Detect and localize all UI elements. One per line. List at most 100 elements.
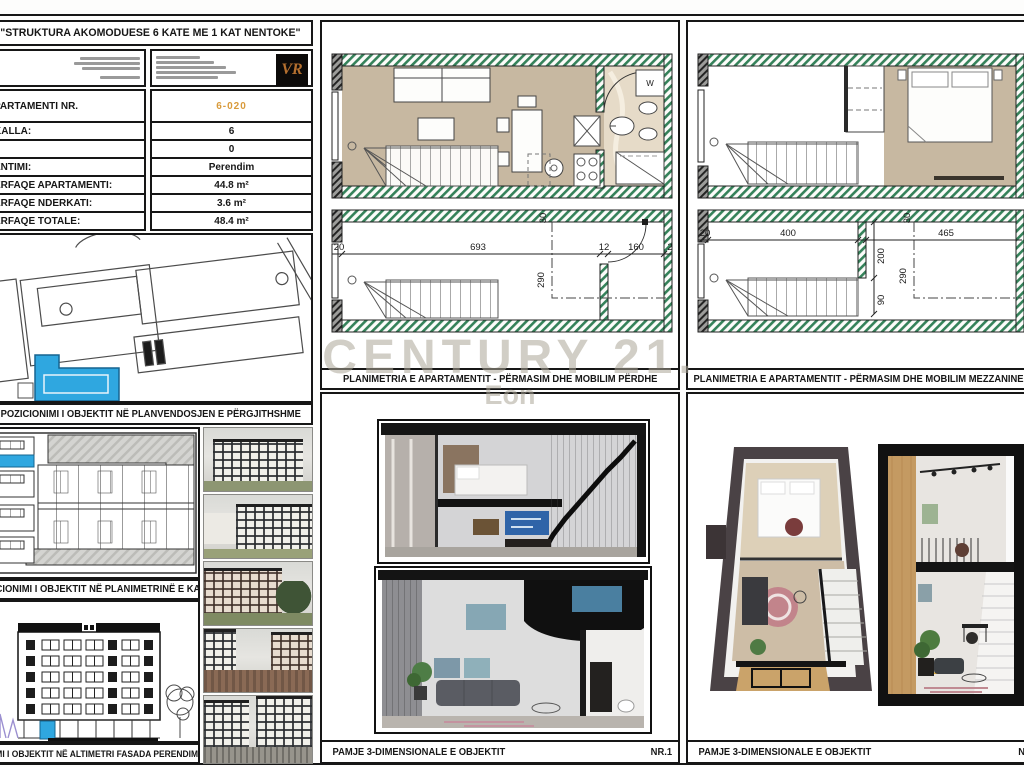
dim-mezz-200: 200 <box>876 248 887 264</box>
view3d-right-number: N <box>1018 747 1024 758</box>
highlighted-unit-elevation <box>40 721 55 739</box>
sheet-title-bar: "STRUKTURA AKOMODUESE 6 KATE ME 1 KAT NE… <box>0 20 313 46</box>
site-plan-drawing <box>0 235 311 401</box>
highlighted-building-blue <box>35 355 119 401</box>
dim-2: 2 <box>667 242 672 253</box>
void-dashline-mezz <box>914 222 1022 298</box>
render-desk <box>473 519 499 535</box>
building-photo-4 <box>203 628 313 693</box>
render-tv-screen <box>572 586 622 612</box>
render-mezzanine-slab <box>438 499 562 507</box>
dim-mezz-400: 400 <box>780 228 796 239</box>
coffee-table <box>418 118 454 140</box>
apartment-table-values: 6-020 6 0 Perendim 44.8 m² 3.6 m² 48.4 m… <box>150 89 313 231</box>
window-left <box>332 92 338 160</box>
view3d-left-number: NR.1 <box>651 747 672 758</box>
dim-20: 20 <box>334 242 345 253</box>
wardrobe <box>844 66 884 132</box>
stamp-left-textlines <box>74 55 140 81</box>
elevation-panel <box>0 600 200 743</box>
stamp-right-textlines <box>156 54 246 81</box>
render-interior-framed <box>878 444 1024 706</box>
mezzanine-plan-panel: 20 400 465 200 90 290 30 <box>686 20 1024 390</box>
left-trees <box>0 714 18 738</box>
architectural-sheet: "STRUKTURA AKOMODUESE 6 KATE ME 1 KAT NE… <box>0 0 1024 767</box>
mezzanine-dimension-plan: 20 400 465 200 90 290 30 <box>696 202 1024 337</box>
washer-label: W <box>646 79 654 88</box>
apartment-number: 6-020 <box>152 91 311 121</box>
tv-bench <box>934 176 1004 180</box>
render-art-2 <box>434 658 460 678</box>
caption-view3d-left: PAMJE 3-DIMENSIONALE E OBJEKTIT NR.1 <box>320 740 680 764</box>
table-label-siperfaqe-nderkati: ËRFAQE NDERKATI: <box>0 195 144 211</box>
ground-floor-dimension-plan: 20 693 12 160 2 290 30 <box>330 202 674 337</box>
table-label-kati: I: <box>0 141 144 157</box>
value-orientimi: Perendim <box>152 159 311 175</box>
building-photo-3 <box>203 561 313 626</box>
ground-floor-furnished-plan: W <box>330 52 674 202</box>
site-small-block <box>18 383 33 398</box>
dim-160: 160 <box>628 242 644 253</box>
value-shkalla: 6 <box>152 123 311 139</box>
wall-bottom <box>338 186 668 198</box>
wall-top <box>338 54 668 66</box>
render-blue-poster <box>505 511 549 535</box>
value-siperfaqe-totale: 48.4 m² <box>152 213 311 229</box>
render-cutaway-isometric <box>706 439 876 709</box>
vr-logo: VR <box>276 54 308 86</box>
value-siperfaqe-apartamenti: 44.8 m² <box>152 177 311 193</box>
mezz-wall <box>858 222 866 278</box>
dim-mezz-465: 465 <box>938 228 954 239</box>
caption-mezzanine-plan: PLANIMETRIA E APARTAMENTIT - PËRMASIM DH… <box>686 368 1024 390</box>
key-plan-panel <box>0 427 200 579</box>
dim-mezz-20: 20 <box>700 228 711 239</box>
render-section-upper <box>377 419 650 564</box>
caption-elevation: CIONIMI I OBJEKTIT NË ALTIMETRI FASADA P… <box>0 743 200 764</box>
stairs-dim-mezz <box>710 274 858 316</box>
bed <box>898 68 1002 142</box>
render-art-1 <box>466 604 506 630</box>
value-siperfaqe-nderkati: 3.6 m² <box>152 195 311 211</box>
void-dashline <box>552 222 668 298</box>
cutaway-balcony-box <box>706 525 726 559</box>
render-art-small-2 <box>918 584 932 602</box>
table-label-siperfaqe-apartamenti: ËRFAQE APARTAMENTI: <box>0 177 144 193</box>
cutaway-plant <box>750 639 766 655</box>
mezzanine-furnished-plan <box>696 52 1024 202</box>
wall-right <box>664 54 672 198</box>
table-label-orientimi: ENTIMI: <box>0 159 144 175</box>
render-sofa <box>436 680 520 706</box>
caption-view3d-right: PAMJE 3-DIMENSIONALE E OBJEKTIT N <box>686 740 1024 764</box>
view3d-left-panel <box>320 392 680 764</box>
sofa <box>394 68 490 102</box>
stairs-mezz <box>710 138 858 184</box>
gray-zone-bottom <box>26 549 194 565</box>
dim-30: 30 <box>538 213 549 224</box>
table-label-shkalla: KALLA: <box>0 123 144 139</box>
base-band <box>48 738 158 741</box>
elevation-drawing <box>0 602 198 741</box>
hall-wall <box>600 264 608 320</box>
table-label-apartment-nr: PARTAMENTI NR. <box>0 91 144 121</box>
roof-left <box>18 623 82 632</box>
stamp-right: VR <box>150 49 313 87</box>
render-section-lower <box>374 566 652 734</box>
table-label-siperfaqe-totale: ËRFAQE TOTALE: <box>0 213 144 229</box>
key-plan-drawing <box>0 429 198 577</box>
highlighted-unit-blue <box>0 455 34 467</box>
caption-ground-plan: PLANIMETRIA E APARTAMENTIT - PËRMASIM DH… <box>320 368 680 390</box>
sheet-title: "STRUKTURA AKOMODUESE 6 KATE ME 1 KAT NE… <box>0 27 300 39</box>
render-art-small <box>922 504 938 524</box>
vr-logo-text: VR <box>281 61 302 79</box>
dim-mezz-90: 90 <box>876 295 887 306</box>
tree-sketch <box>166 685 194 738</box>
caption-site-plan: POZICIONIMI I OBJEKTIT NË PLANVENDOSJEN … <box>0 403 313 425</box>
ground-plan-panel: W <box>320 20 680 390</box>
dim-693: 693 <box>470 242 486 253</box>
site-plan-panel <box>0 233 313 403</box>
sheet-top-border <box>0 14 1024 16</box>
render-sofa-2 <box>934 658 964 674</box>
dimension-line-h <box>332 251 672 257</box>
bath-divider-wall <box>596 66 604 112</box>
building-photo-5 <box>203 695 313 764</box>
